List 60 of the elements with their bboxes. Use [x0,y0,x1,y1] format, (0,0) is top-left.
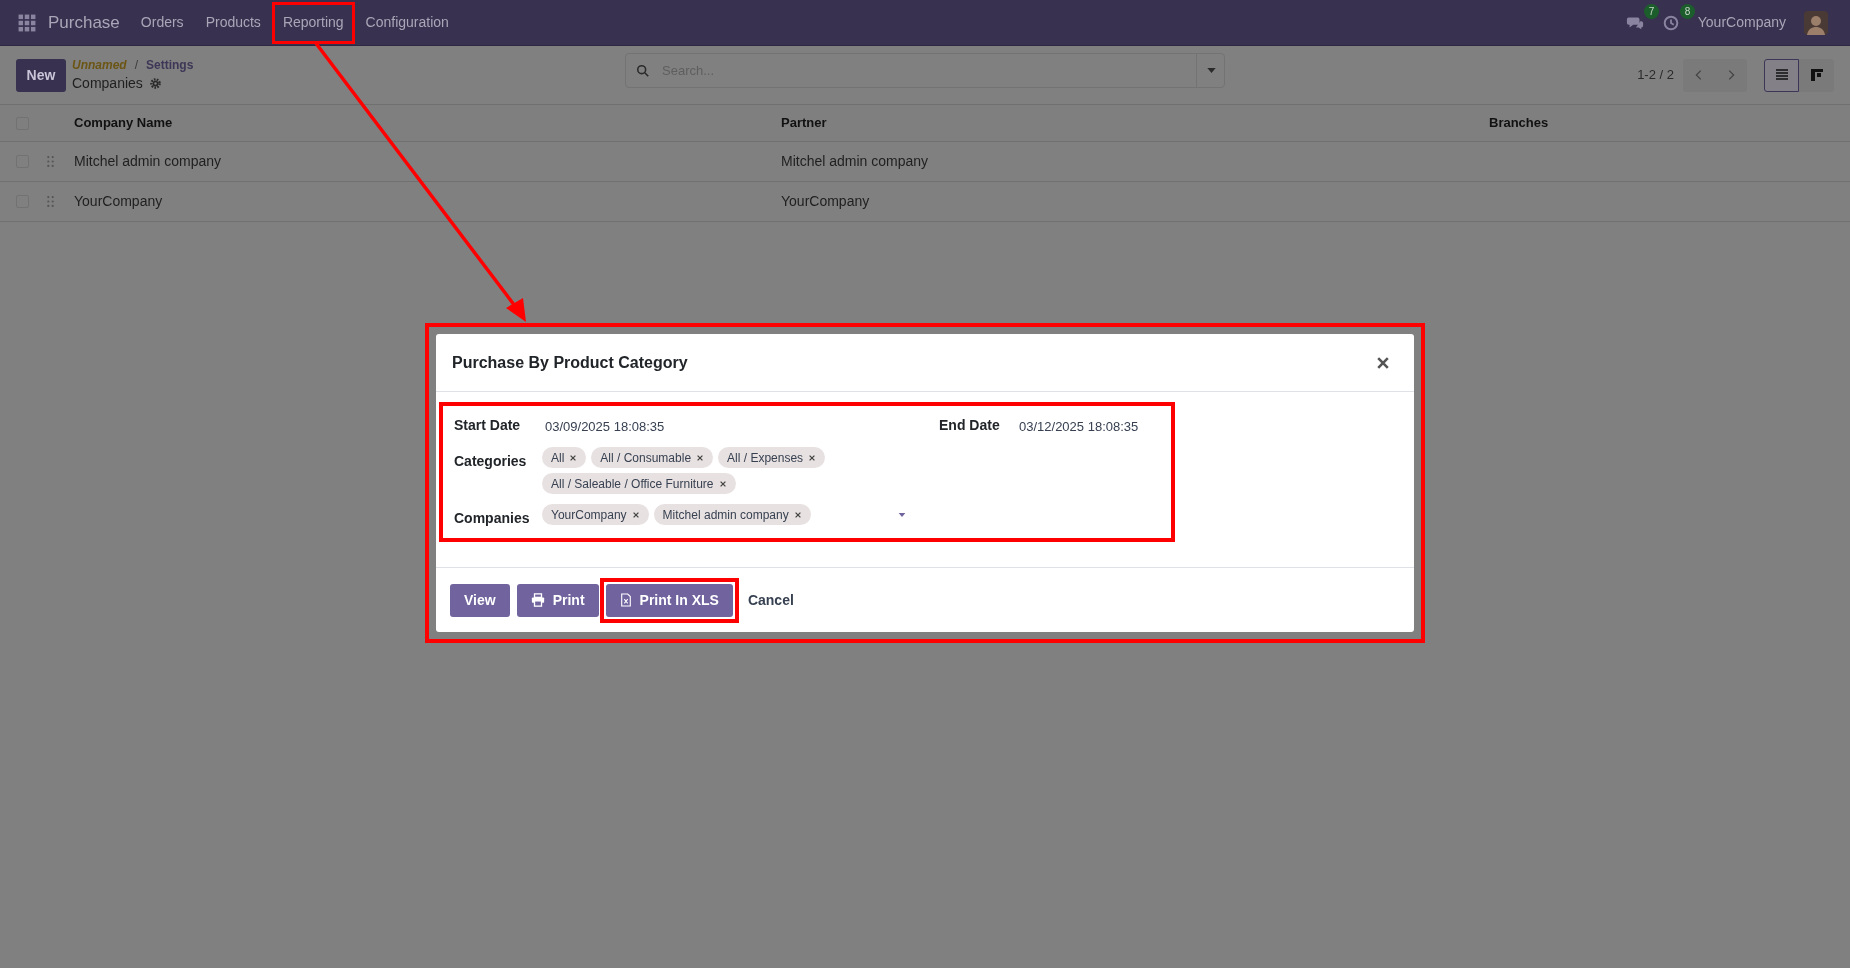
tag-input-field[interactable]: YourCompany Mitchel admin company [542,504,912,525]
date-field[interactable]: 03/09/2025 18:08:35 [545,415,939,437]
tag[interactable]: YourCompany [542,504,649,525]
clock-icon[interactable] [1661,13,1680,32]
list-icon [1773,67,1790,83]
breadcrumb-link[interactable]: Settings [146,56,194,73]
dialog-title: Purchase By Product Category [452,352,688,373]
remove-icon[interactable] [696,453,705,462]
caret-icon[interactable] [1206,68,1216,73]
tag[interactable]: Mitchel admin company [653,504,811,525]
list-view-button[interactable] [1764,58,1799,92]
table-cell-text: Mitchel admin company [74,152,223,171]
caret-icon[interactable] [898,513,906,517]
app-name[interactable]: Purchase [48,9,120,36]
cancel-button[interactable]: Cancel [739,583,802,617]
table-cell-text: Mitchel admin company [781,152,930,171]
apps-menu-icon[interactable] [18,13,36,32]
tag-input-field[interactable]: All All / Consumable All / Expenses All / Saleable / Office Furniture [542,447,912,494]
tag[interactable]: All / Saleable / Office Furniture [542,473,736,494]
pager-value[interactable]: 1-2 / 2 [1637,65,1674,85]
breadcrumb-separator: / [134,56,139,73]
printer-icon [530,593,545,607]
column-header[interactable]: Partner [781,113,1489,133]
tag[interactable]: All / Consumable [591,447,714,468]
company-name[interactable]: YourCompany [1697,12,1786,33]
xls-button[interactable]: Print In XLS [605,583,733,617]
menu-item[interactable]: Reporting [271,1,355,44]
page-title: Companies [72,73,143,93]
notification-badge: 7 [1643,3,1660,19]
column-header[interactable]: Branches [1489,113,1850,133]
kanban-icon [1808,67,1825,83]
new-button[interactable]: New [16,58,66,92]
field-label: Categories [454,452,528,471]
gear-icon[interactable] [148,76,162,90]
field-label: End Date [939,416,1001,435]
tag[interactable]: All [542,447,587,468]
tag[interactable]: All / Expenses [718,447,826,468]
table-cell-text: YourCompany [781,192,871,211]
remove-icon[interactable] [569,453,578,462]
remove-icon[interactable] [631,510,640,519]
field-label: Companies [454,509,531,528]
field-label: Start Date [454,416,522,435]
drag-handle-icon[interactable] [47,196,54,207]
date-field[interactable]: 03/12/2025 18:08:35 [1019,415,1139,437]
avatar-icon[interactable] [1804,10,1828,35]
search-icon [636,64,650,78]
column-header[interactable]: Company Name [74,113,781,133]
notification-badge: 8 [1679,3,1696,19]
kanban-view-button[interactable] [1799,58,1834,92]
remove-icon[interactable] [718,479,727,488]
menu-item[interactable]: Orders [129,1,195,44]
table-cell-text: YourCompany [74,192,164,211]
print-button[interactable]: Print [516,583,599,617]
spreadsheet-file-icon [619,593,632,607]
menu-item[interactable]: Configuration [354,1,460,44]
remove-icon[interactable] [808,453,817,462]
drag-handle-icon[interactable] [47,156,54,167]
view-button[interactable]: View [450,583,510,617]
remove-icon[interactable] [793,510,802,519]
menu-item[interactable]: Products [194,1,272,44]
